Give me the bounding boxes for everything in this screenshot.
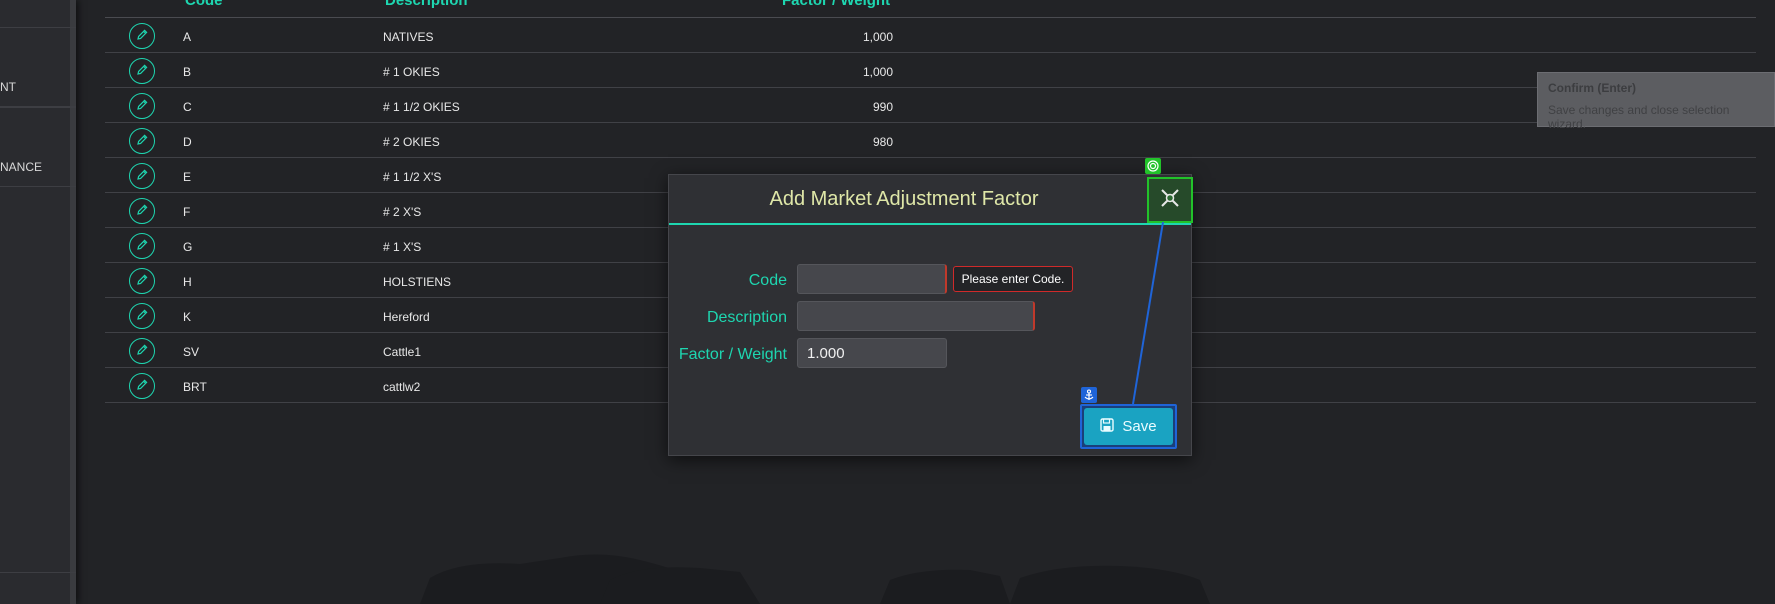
column-header-code[interactable]: Code bbox=[185, 0, 223, 9]
pencil-icon bbox=[135, 98, 149, 115]
column-header-factor[interactable]: Factor / Weight bbox=[782, 0, 890, 9]
cell-factor-weight: 980 bbox=[872, 135, 893, 149]
cell-description: Hereford bbox=[383, 310, 430, 324]
cell-code: H bbox=[183, 275, 192, 289]
cell-factor-weight: 990 bbox=[872, 100, 893, 114]
cell-code: C bbox=[183, 100, 192, 114]
description-label: Description bbox=[706, 309, 787, 326]
dialog-title-bar: Add Market Adjustment Factor bbox=[669, 175, 1193, 225]
pencil-icon bbox=[135, 238, 149, 255]
table-row[interactable]: D # 2 OKIES 980 bbox=[105, 123, 1756, 158]
cell-description: cattlw2 bbox=[383, 380, 421, 394]
sidebar-divider bbox=[0, 27, 76, 28]
edit-row-button[interactable] bbox=[129, 373, 155, 399]
dialog-title: Add Market Adjustment Factor bbox=[769, 188, 1039, 210]
sidebar-item-label: NT bbox=[0, 79, 16, 94]
save-button-label: Save bbox=[1122, 418, 1157, 435]
description-input[interactable] bbox=[797, 301, 1035, 331]
cell-description: HOLSTIENS bbox=[383, 275, 452, 289]
table-header: Code Description Factor / Weight bbox=[105, 0, 1756, 18]
pencil-icon bbox=[135, 63, 149, 80]
cell-code: SV bbox=[183, 345, 200, 359]
edit-row-button[interactable] bbox=[129, 163, 155, 189]
sidebar-item-2[interactable]: NANCE bbox=[0, 147, 76, 187]
cell-code: K bbox=[183, 310, 192, 324]
cell-code: D bbox=[183, 135, 192, 149]
cell-code: BRT bbox=[183, 380, 207, 394]
edit-row-button[interactable] bbox=[129, 128, 155, 154]
cell-code: E bbox=[183, 170, 192, 184]
table-row[interactable]: C # 1 1/2 OKIES 990 bbox=[105, 88, 1756, 123]
cell-factor-weight: 1,000 bbox=[862, 65, 893, 79]
edit-row-button[interactable] bbox=[129, 338, 155, 364]
sidebar: NT NANCE bbox=[0, 0, 76, 604]
cell-description: NATIVES bbox=[383, 30, 434, 44]
code-error-message: Please enter Code. bbox=[953, 266, 1073, 292]
cell-code: G bbox=[183, 240, 193, 254]
code-input[interactable] bbox=[797, 264, 947, 294]
edit-row-button[interactable] bbox=[129, 93, 155, 119]
pencil-icon bbox=[135, 133, 149, 150]
pencil-icon bbox=[135, 203, 149, 220]
pencil-icon bbox=[135, 308, 149, 325]
code-label: Code bbox=[748, 272, 787, 289]
cell-description: # 1 OKIES bbox=[383, 65, 440, 79]
save-button-frame: Save bbox=[1080, 404, 1177, 449]
sidebar-item-label: NANCE bbox=[0, 159, 43, 174]
table-row[interactable]: A NATIVES 1,000 bbox=[105, 18, 1756, 53]
cell-description: # 2 X'S bbox=[383, 205, 422, 219]
pencil-icon bbox=[135, 28, 149, 45]
sidebar-item-1[interactable]: NT bbox=[0, 67, 76, 107]
tooltip-text: Save changes and close selection wizard. bbox=[1548, 103, 1730, 131]
pencil-icon bbox=[135, 168, 149, 185]
cell-description: Cattle1 bbox=[383, 345, 422, 359]
cell-code: F bbox=[183, 205, 191, 219]
factor-weight-label: Factor / Weight bbox=[678, 346, 787, 363]
edit-row-button[interactable] bbox=[129, 303, 155, 329]
close-x-icon bbox=[1158, 186, 1182, 215]
pencil-icon bbox=[135, 343, 149, 360]
cell-factor-weight: 1,000 bbox=[862, 30, 893, 44]
cell-description: # 1 1/2 OKIES bbox=[383, 100, 460, 114]
cell-code: B bbox=[183, 65, 192, 79]
tooltip-title: Confirm (Enter) bbox=[1548, 81, 1636, 95]
cell-description: # 1 X'S bbox=[383, 240, 422, 254]
edit-row-button[interactable] bbox=[129, 23, 155, 49]
pencil-icon bbox=[135, 378, 149, 395]
pencil-icon bbox=[135, 273, 149, 290]
cell-description: # 2 OKIES bbox=[383, 135, 440, 149]
floppy-disk-icon bbox=[1100, 417, 1115, 436]
edit-row-button[interactable] bbox=[129, 268, 155, 294]
column-header-description[interactable]: Description bbox=[385, 0, 468, 9]
cell-code: A bbox=[183, 30, 192, 44]
cattle-silhouette-background bbox=[420, 554, 1210, 604]
edit-row-button[interactable] bbox=[129, 233, 155, 259]
edit-row-button[interactable] bbox=[129, 198, 155, 224]
close-button[interactable] bbox=[1147, 177, 1193, 223]
sidebar-divider bbox=[0, 107, 76, 108]
target-badge-icon bbox=[1145, 158, 1161, 174]
edit-row-button[interactable] bbox=[129, 58, 155, 84]
cell-description: # 1 1/2 X'S bbox=[383, 170, 442, 184]
factor-weight-input[interactable] bbox=[797, 338, 947, 368]
anchor-icon bbox=[1081, 387, 1097, 403]
table-row[interactable]: B # 1 OKIES 1,000 bbox=[105, 53, 1756, 88]
confirm-tooltip: Confirm (Enter) Save changes and close s… bbox=[1537, 72, 1775, 131]
save-button[interactable]: Save bbox=[1084, 408, 1173, 445]
